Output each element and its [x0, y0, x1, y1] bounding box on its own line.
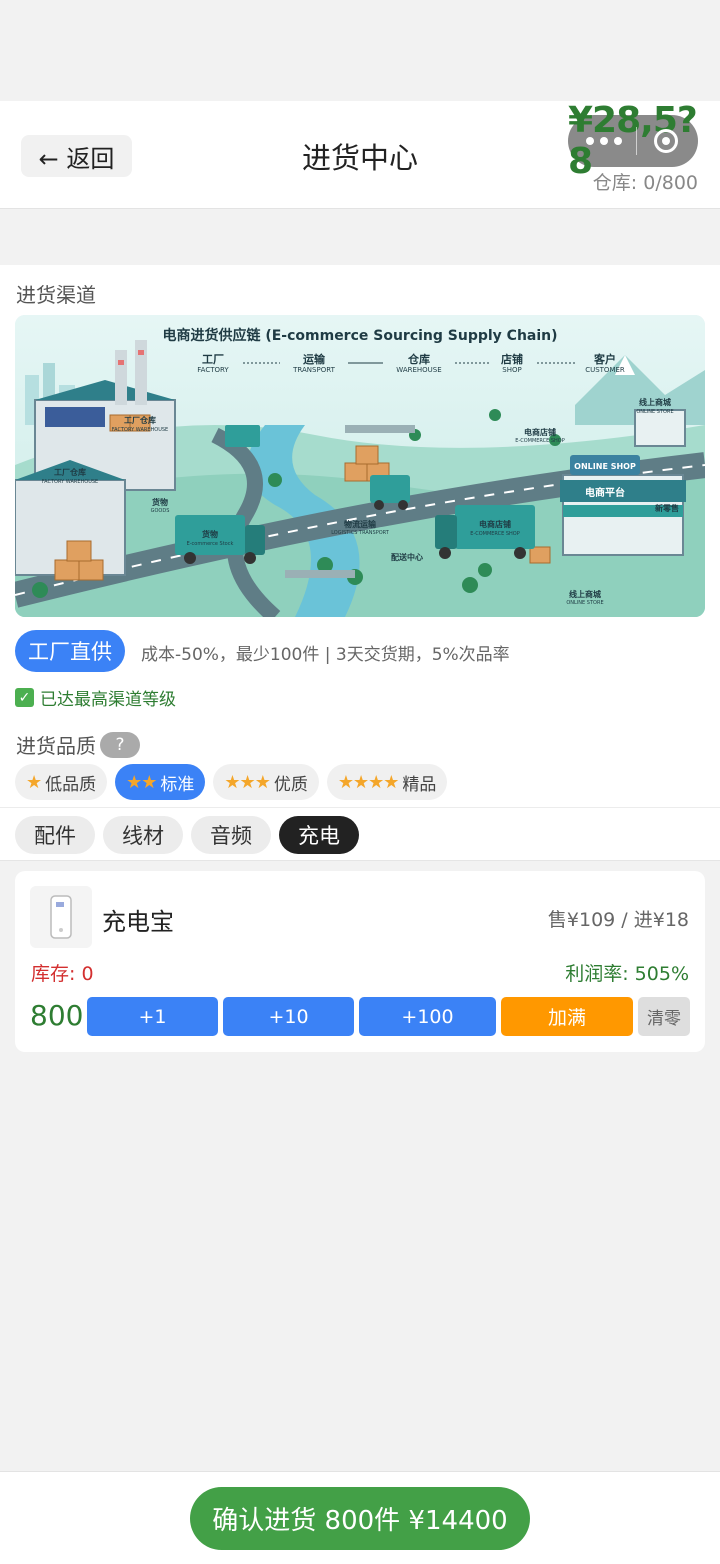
add-1-button[interactable]: +1 [87, 997, 218, 1036]
banner-label: 物流运输 [344, 519, 377, 529]
supply-chain-illustration: 电商进货供应链 (E-commerce Sourcing Supply Chai… [15, 315, 705, 617]
tab-accessories[interactable]: 配件 [15, 816, 95, 854]
sourcing-panel: 进货渠道 电商进货供应链 (E-commerce Sourcing Supply… [0, 265, 720, 807]
banner-label: ONLINE STORE [636, 409, 673, 415]
quality-option-label: 优质 [273, 774, 308, 795]
banner-step-cn: 运输 [303, 352, 326, 366]
banner-step-en: SHOP [502, 366, 521, 374]
banner-step-en: CUSTOMER [585, 366, 625, 374]
banner-label: ONLINE SHOP [574, 462, 636, 471]
help-icon[interactable]: ? [100, 731, 140, 758]
add-10-button[interactable]: +10 [223, 997, 354, 1036]
back-button[interactable]: ← 返回 [21, 135, 132, 177]
banner-label: 新零售 [655, 503, 679, 513]
banner-label: E-COMMERCE SHOP [515, 438, 565, 444]
capsule-divider [636, 127, 637, 155]
product-price: 售¥109 / 进¥18 [547, 909, 689, 931]
quality-option-label: 精品 [402, 774, 437, 795]
tab-audio[interactable]: 音频 [191, 816, 271, 854]
banner-label: GOODS [151, 508, 170, 514]
max-level-status: ✓ 已达最高渠道等级 [15, 685, 176, 710]
close-target-icon[interactable] [654, 129, 678, 153]
banner-label: 电商平台 [585, 486, 625, 499]
quality-option-good[interactable]: ★★★ 优质 [213, 764, 319, 800]
banner-label: FACTORY WAREHOUSE [42, 479, 98, 485]
banner-step-cn: 仓库 [407, 352, 430, 366]
banner-label: 工厂仓库 [124, 415, 156, 425]
banner-label: 工厂仓库 [54, 467, 86, 477]
quality-options: ★ 低品质 ★★ 标准 ★★★ 优质 ★★★★ 精品 [15, 764, 448, 800]
banner-label: FACTORY WAREHOUSE [112, 427, 168, 433]
order-quantity: 800 [30, 999, 84, 1032]
quality-label: 进货品质 ? [16, 730, 140, 759]
banner-step-en: TRANSPORT [292, 366, 335, 374]
banner-label: 电商店铺 [524, 427, 556, 437]
quality-label-text: 进货品质 [16, 734, 96, 758]
category-tabs: 配件 线材 音频 充电 [15, 816, 359, 854]
product-card: 充电宝 售¥109 / 进¥18 库存: 0 利润率: 505% 800 +1 … [15, 871, 705, 1052]
banner-label: 线上商城 [569, 589, 601, 599]
banner-label: LOGISTICS TRANSPORT [331, 530, 390, 536]
add-100-button[interactable]: +100 [359, 997, 496, 1036]
banner-label: E-commerce Stock [187, 541, 234, 547]
star-icon: ★★★★ [337, 771, 400, 793]
banner-step-en: WAREHOUSE [396, 366, 441, 374]
header: ← 返回 进货中心 ¥28,5?8 仓库: 0/800 [0, 100, 720, 209]
more-dots-icon[interactable] [586, 135, 630, 147]
banner-label: 货物 [151, 497, 168, 507]
product-margin: 利润率: 505% [565, 963, 689, 985]
supply-chain-banner: 电商进货供应链 (E-commerce Sourcing Supply Chai… [15, 315, 705, 617]
banner-step-cn: 客户 [593, 352, 616, 366]
status-area [0, 0, 720, 101]
banner-step-en: FACTORY [197, 366, 229, 374]
footer: 确认进货 800件 ¥14400 [0, 1471, 720, 1564]
banner-step-cn: 店铺 [501, 352, 523, 366]
confirm-purchase-button[interactable]: 确认进货 800件 ¥14400 [190, 1487, 530, 1550]
banner-label: 线上商城 [639, 397, 671, 407]
banner-label: 电商店铺 [479, 519, 511, 529]
quality-option-low[interactable]: ★ 低品质 [15, 764, 108, 800]
product-stock: 库存: 0 [31, 963, 94, 985]
channel-section-label: 进货渠道 [16, 283, 96, 307]
star-icon: ★★★ [224, 771, 270, 793]
category-tabs-bar: 配件 线材 音频 充电 [0, 807, 720, 861]
banner-label: E-COMMERCE SHOP [470, 531, 520, 537]
product-name: 充电宝 [102, 908, 174, 936]
warehouse-capacity: 仓库: 0/800 [592, 172, 698, 194]
channel-badge[interactable]: 工厂直供 [15, 630, 125, 672]
star-icon: ★★ [126, 771, 157, 793]
banner-label: 配送中心 [391, 552, 423, 562]
tab-cables[interactable]: 线材 [103, 816, 183, 854]
banner-label: 货物 [201, 529, 218, 539]
banner-label: ONLINE STORE [566, 600, 603, 606]
quality-option-premium[interactable]: ★★★★ 精品 [326, 764, 448, 800]
banner-step-cn: 工厂 [202, 353, 224, 366]
clear-button[interactable]: 清零 [638, 997, 690, 1036]
money-capsule[interactable]: ¥28,5?8 [568, 100, 698, 182]
channel-description: 成本-50%，最少100件 | 3天交货期，5%次品率 [141, 645, 510, 665]
check-icon: ✓ [15, 688, 34, 707]
quality-option-standard[interactable]: ★★ 标准 [115, 764, 206, 800]
tab-charging[interactable]: 充电 [279, 816, 359, 854]
max-level-text: 已达最高渠道等级 [40, 690, 176, 710]
fill-max-button[interactable]: 加满 [501, 997, 633, 1036]
quality-option-label: 标准 [160, 774, 195, 795]
banner-title: 电商进货供应链 (E-commerce Sourcing Supply Chai… [162, 327, 557, 344]
power-bank-icon [30, 886, 92, 948]
star-icon: ★ [26, 771, 42, 793]
quality-option-label: 低品质 [45, 774, 97, 795]
